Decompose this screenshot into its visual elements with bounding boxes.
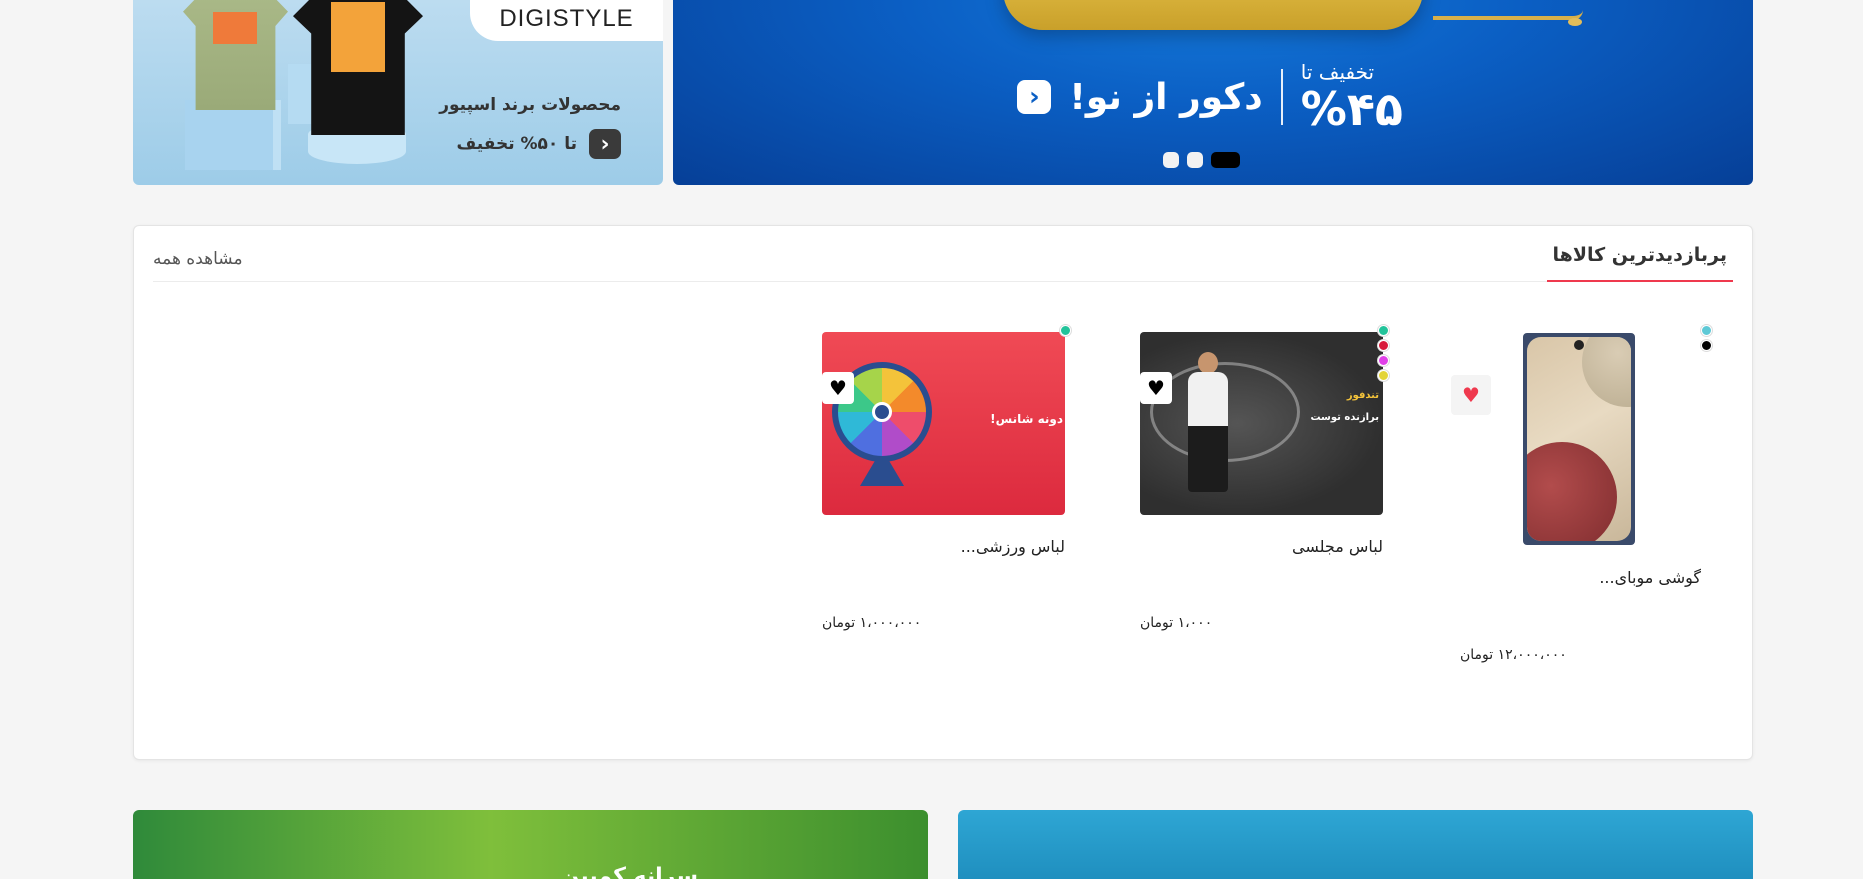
section-title: پربازدیدترین کالاها — [1546, 244, 1733, 282]
lamp-illustration — [1433, 10, 1583, 20]
carousel-dot[interactable] — [1187, 152, 1203, 168]
ad-headline-text: دونه شانس! — [990, 412, 1063, 426]
view-all-link[interactable]: مشاهده همه — [153, 249, 243, 269]
product-price: ۱،۰۰۰ تومان — [1140, 615, 1213, 631]
chevron-left-icon[interactable]: ‹ — [589, 129, 621, 159]
hero-discount: تخفیف تا %۴۵ — [1301, 62, 1403, 132]
product-name[interactable]: گوشی موبای... — [1599, 568, 1701, 587]
hero-discount-value: %۴۵ — [1300, 82, 1403, 136]
product-image[interactable]: تندفوز برازنده توست — [1140, 332, 1383, 515]
ad-headline-text: برازنده توست — [1310, 412, 1379, 423]
ad-brand-text: تندفوز — [1346, 390, 1379, 401]
product-card-formal-wear[interactable]: تندفوز برازنده توست ♥ لباس مجلسی ۱،۰۰۰ ت… — [1140, 325, 1390, 645]
bottom-banner-text: سرانه کمپین — [560, 864, 698, 879]
brand-label: DIGISTYLE — [470, 0, 663, 41]
section-header: پربازدیدترین کالاها مشاهده همه — [153, 226, 1733, 282]
hero-banner[interactable]: تخفیف تا %۴۵ دکور از نو! ‹ — [673, 0, 1753, 185]
favorite-button[interactable]: ♥ — [1451, 375, 1491, 415]
hero-promo: تخفیف تا %۴۵ دکور از نو! ‹ — [1017, 62, 1403, 132]
product-price: ۱،۰۰۰،۰۰۰ تومان — [822, 615, 922, 631]
heart-icon: ♥ — [1147, 376, 1165, 400]
color-swatch — [1378, 370, 1389, 381]
side-banner[interactable]: DIGISTYLE محصولات برند اسپیور ‹ تا ۵۰% ت… — [133, 0, 663, 185]
color-swatch — [1378, 340, 1389, 351]
product-name[interactable]: لباس ورزشی... — [961, 537, 1065, 556]
color-swatch — [1378, 325, 1389, 336]
color-swatch — [1378, 355, 1389, 366]
carousel-dot[interactable] — [1163, 152, 1179, 168]
heart-icon: ♥ — [829, 376, 847, 400]
side-banner-caption: محصولات برند اسپیور ‹ تا ۵۰% تخفیف — [439, 95, 621, 159]
product-image[interactable] — [1523, 333, 1635, 545]
bottom-banner-green[interactable]: سرانه کمپین — [133, 810, 928, 879]
chevron-left-icon[interactable]: ‹ — [1017, 80, 1052, 114]
black-tshirt-image — [293, 0, 423, 135]
carousel-dot-active[interactable] — [1211, 152, 1240, 168]
product-name[interactable]: لباس مجلسی — [1292, 537, 1383, 556]
color-swatch — [1701, 340, 1712, 351]
heart-icon: ♥ — [1462, 383, 1480, 407]
side-banner-offer: تا ۵۰% تخفیف — [456, 134, 577, 154]
favorite-button[interactable]: ♥ — [822, 372, 854, 404]
green-tshirt-image — [183, 0, 288, 110]
side-banner-title: محصولات برند اسپیور — [439, 95, 621, 115]
color-swatches — [1701, 325, 1712, 351]
product-card-sportswear[interactable]: دونه شانس! ♥ لباس ورزشی... ۱،۰۰۰،۰۰۰ توم… — [822, 325, 1072, 645]
hero-discount-prefix: تخفیف تا — [1300, 60, 1375, 84]
product-price: ۱۲،۰۰۰،۰۰۰ تومان — [1460, 647, 1567, 663]
color-swatches — [1378, 325, 1389, 381]
product-image[interactable]: دونه شانس! — [822, 332, 1065, 515]
sofa-illustration — [1003, 0, 1423, 30]
color-swatch — [1701, 325, 1712, 336]
hero-headline: دکور از نو! — [1069, 76, 1263, 118]
color-swatches — [1060, 325, 1071, 336]
bottom-banner-blue[interactable] — [958, 810, 1753, 879]
hero-divider — [1280, 69, 1283, 125]
color-swatch — [1060, 325, 1071, 336]
carousel-dots — [1163, 152, 1240, 168]
favorite-button[interactable]: ♥ — [1140, 372, 1172, 404]
